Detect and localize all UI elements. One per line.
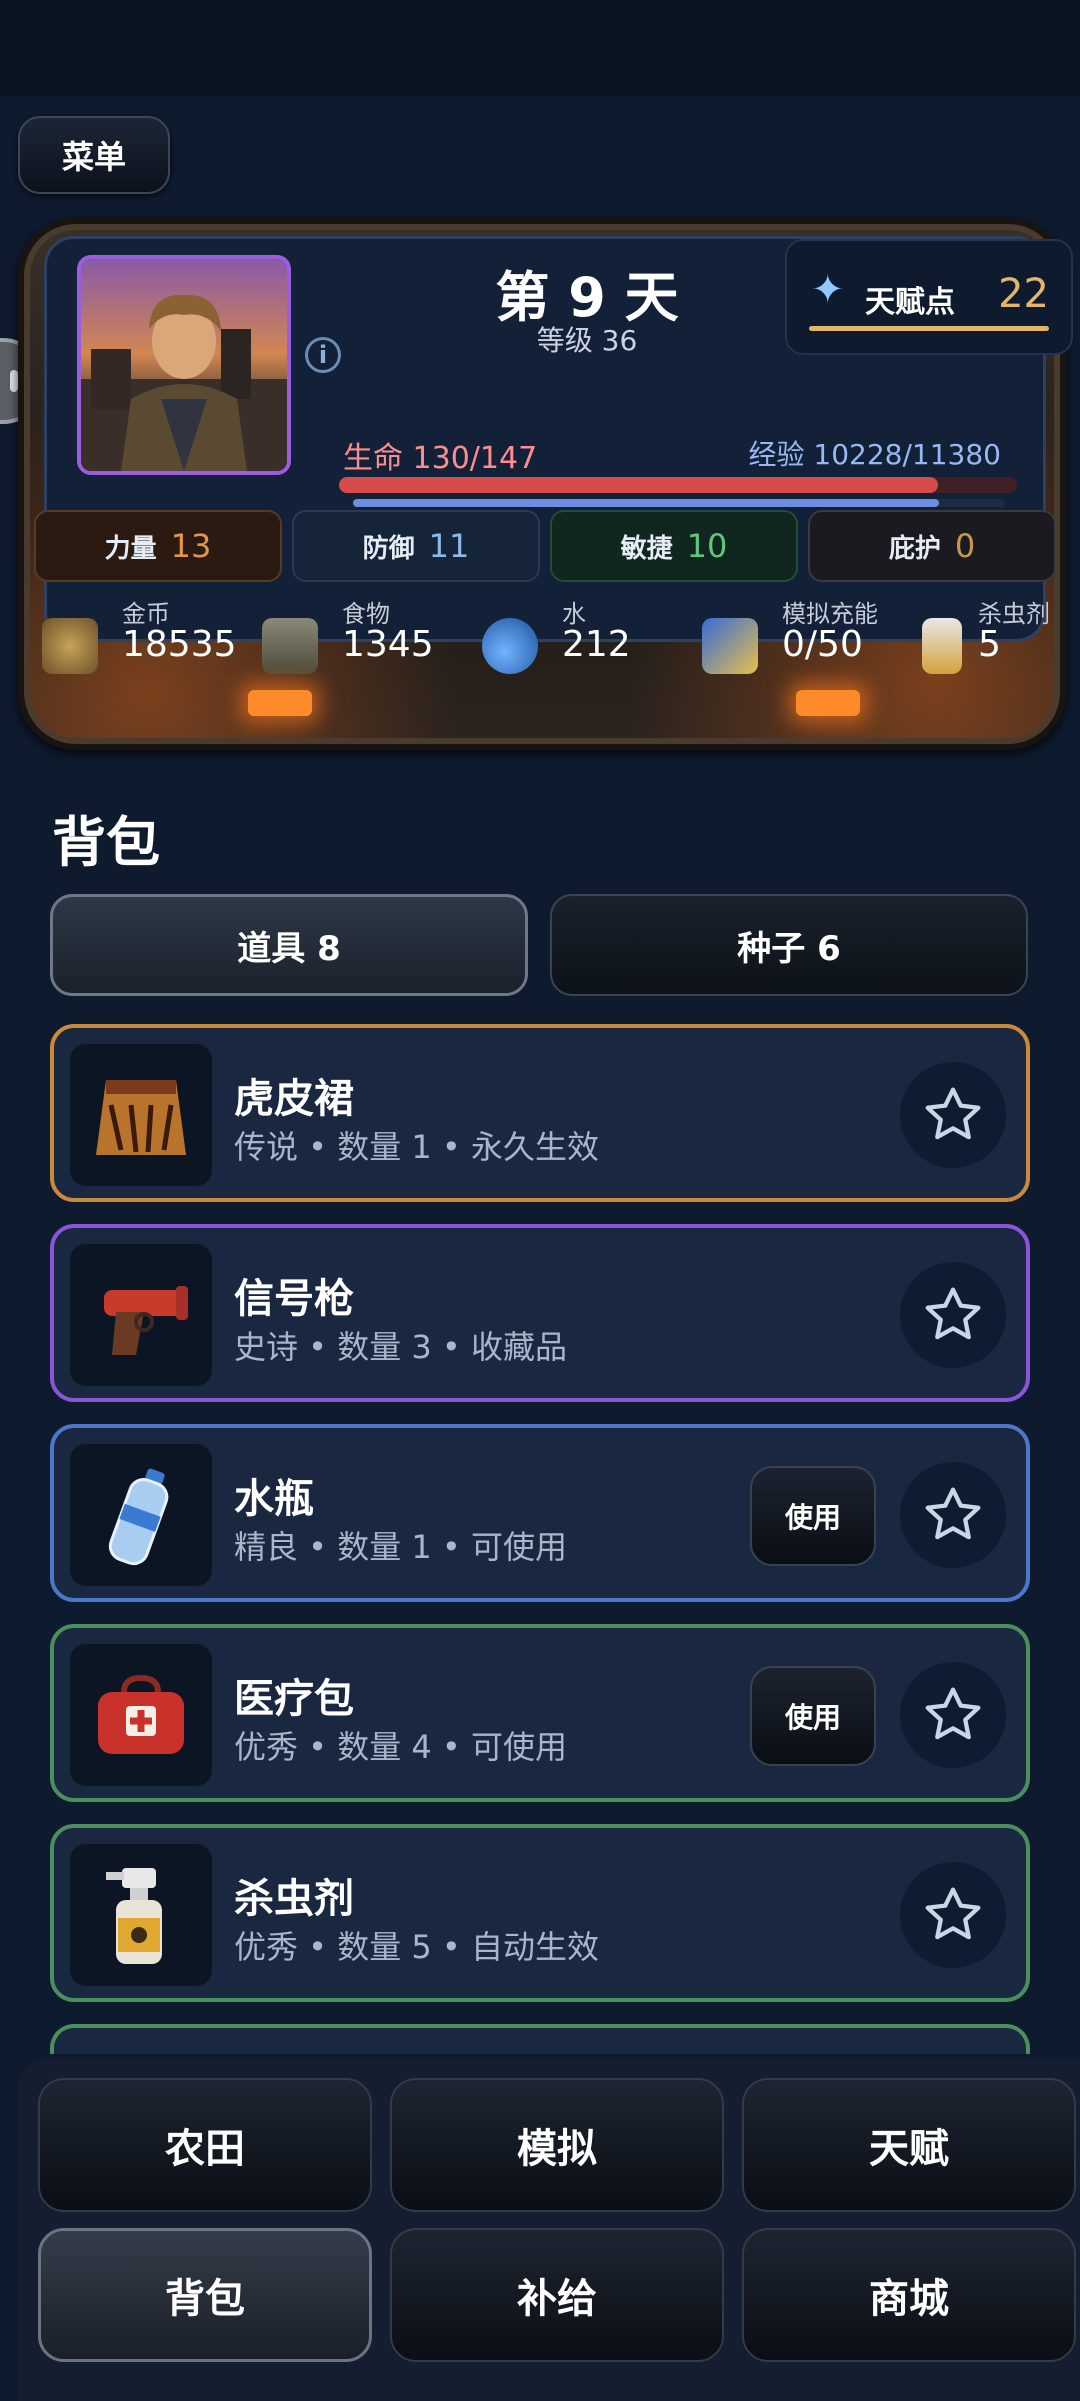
nav-talent-button[interactable]: 天赋: [742, 2078, 1076, 2212]
bottom-navigation: 农田 模拟 天赋 背包 补给 商城: [18, 2058, 1080, 2401]
hp-label: 生命 130/147: [343, 441, 538, 476]
stat-agility[interactable]: 敏捷 10: [550, 510, 798, 582]
talent-points-label: 天赋点: [865, 285, 955, 320]
lamp-left: [248, 690, 312, 716]
tab-items[interactable]: 道具 8: [50, 894, 528, 996]
stat-value: 11: [428, 527, 470, 565]
nav-simulate-button[interactable]: 模拟: [390, 2078, 724, 2212]
medkit-icon: [70, 1644, 212, 1786]
spray-icon: [70, 1844, 212, 1986]
info-icon[interactable]: i: [305, 337, 341, 373]
player-level: 等级 36: [536, 324, 638, 357]
crystal-icon: ✦: [811, 267, 845, 313]
flare-gun-icon: [70, 1244, 212, 1386]
list-item[interactable]: 杀虫剂 优秀 • 数量 5 • 自动生效: [50, 1824, 1030, 2002]
nav-bag-button[interactable]: 背包: [38, 2228, 372, 2362]
item-name: 虎皮裙: [234, 1076, 354, 1122]
stat-defense[interactable]: 防御 11: [292, 510, 540, 582]
tiger-skirt-icon: [70, 1044, 212, 1186]
panel-decoration: [24, 644, 1060, 744]
nav-supply-button[interactable]: 补给: [390, 2228, 724, 2362]
favorite-star-icon[interactable]: [900, 1662, 1006, 1768]
stat-label: 庇护: [888, 533, 941, 564]
favorite-star-icon[interactable]: [900, 1262, 1006, 1368]
hp-bar-track: [339, 477, 1017, 493]
player-avatar[interactable]: [77, 255, 291, 475]
stat-value: 13: [170, 527, 212, 565]
favorite-star-icon[interactable]: [900, 1862, 1006, 1968]
nav-farm-button[interactable]: 农田: [38, 2078, 372, 2212]
item-meta: 优秀 • 数量 5 • 自动生效: [234, 1928, 599, 1966]
tab-seeds[interactable]: 种子 6: [550, 894, 1028, 996]
favorite-star-icon[interactable]: [900, 1062, 1006, 1168]
hp-bar-fill: [339, 477, 939, 493]
item-name: 信号枪: [234, 1276, 354, 1322]
item-meta: 精良 • 数量 1 • 可使用: [234, 1528, 567, 1566]
favorite-star-icon[interactable]: [900, 1462, 1006, 1568]
item-meta: 优秀 • 数量 4 • 可使用: [234, 1728, 567, 1766]
use-button[interactable]: 使用: [750, 1666, 876, 1766]
exp-bar-track: [353, 499, 1005, 507]
menu-button[interactable]: 菜单: [18, 116, 170, 194]
bag-title: 背包: [52, 811, 160, 874]
water-bottle-icon: [70, 1444, 212, 1586]
item-meta: 传说 • 数量 1 • 永久生效: [234, 1128, 599, 1166]
list-item[interactable]: 虎皮裙 传说 • 数量 1 • 永久生效: [50, 1024, 1030, 1202]
talent-underline: [809, 326, 1049, 331]
stat-label: 敏捷: [620, 533, 673, 564]
stat-strength[interactable]: 力量 13: [34, 510, 282, 582]
stat-value: 10: [686, 527, 728, 565]
lamp-right: [796, 690, 860, 716]
list-item[interactable]: 信号枪 史诗 • 数量 3 • 收藏品: [50, 1224, 1030, 1402]
talent-points-value: 22: [998, 271, 1049, 317]
stat-label: 防御: [362, 533, 415, 564]
nav-shop-button[interactable]: 商城: [742, 2228, 1076, 2362]
list-item-partial: [50, 2024, 1030, 2054]
talent-points-box[interactable]: ✦ 天赋点 22: [785, 239, 1073, 355]
list-item[interactable]: 水瓶 精良 • 数量 1 • 可使用 使用: [50, 1424, 1030, 1602]
item-meta: 史诗 • 数量 3 • 收藏品: [234, 1328, 567, 1366]
stat-label: 力量: [104, 533, 157, 564]
stat-shelter[interactable]: 庇护 0: [808, 510, 1056, 582]
item-name: 水瓶: [234, 1476, 314, 1522]
item-name: 医疗包: [234, 1676, 354, 1722]
use-button[interactable]: 使用: [750, 1466, 876, 1566]
attribute-stats: 力量 13 防御 11 敏捷 10 庇护 0: [34, 510, 1056, 582]
item-name: 杀虫剂: [234, 1876, 354, 1922]
stat-value: 0: [954, 527, 976, 565]
list-item[interactable]: 医疗包 优秀 • 数量 4 • 可使用 使用: [50, 1624, 1030, 1802]
player-status-panel: i 第 9 天 等级 36 ✦ 天赋点 22 生命 130/147 经验 102…: [18, 218, 1073, 750]
status-bar-area: [0, 0, 1080, 96]
exp-bar-fill: [353, 499, 940, 507]
exp-label: 经验 10228/11380: [748, 438, 1001, 471]
